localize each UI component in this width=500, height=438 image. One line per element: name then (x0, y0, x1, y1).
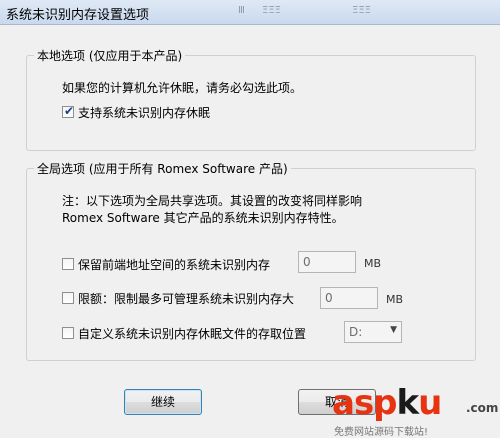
local-options-group (26, 55, 476, 151)
drive-select-value: D: (349, 325, 363, 339)
title-bar[interactable]: 系统未识别内存设置选项 Ⅲ ΞΞΞ ΞΞΞ (0, 0, 500, 25)
checkmark-icon: ✔ (64, 104, 75, 118)
limit-unit-label: MB (386, 293, 404, 306)
global-note-line2: Romex Software 其它产品的系统未识别内存特性。 (62, 211, 344, 225)
reserve-address-label[interactable]: 保留前端地址空间的系统未识别内存 (78, 256, 292, 273)
watermark-suffix: .com (466, 401, 499, 415)
watermark-subtitle: 免费网站源码下载站! (334, 427, 429, 438)
drive-select[interactable]: D: ▼ (344, 321, 402, 343)
custom-hibernate-location-checkbox[interactable] (62, 327, 74, 339)
reserve-size-input[interactable]: 0 (298, 251, 356, 273)
limit-label[interactable]: 限额：限制最多可管理系统未识别内存大 (78, 290, 318, 307)
chevron-down-icon: ▼ (390, 325, 397, 335)
watermark-logo: aspku (332, 383, 442, 423)
reserve-address-checkbox[interactable] (62, 258, 74, 270)
local-options-legend: 本地选项 (仅应用于本产品) (34, 47, 186, 64)
dialog-client: 本地选项 (仅应用于本产品) 如果您的计算机允许休眠，请务必勾选此项。 ✔ 支持… (0, 25, 500, 438)
window-title: 系统未识别内存设置选项 (6, 8, 150, 23)
ghost-menu-item-1: Ⅲ (238, 5, 245, 16)
hibernate-hint: 如果您的计算机允许休眠，请务必勾选此项。 (62, 81, 303, 95)
site-watermark: aspku .com 免费网站源码下载站! (330, 383, 500, 438)
support-hibernate-checkbox[interactable]: ✔ (62, 104, 75, 118)
limit-checkbox[interactable] (62, 292, 74, 304)
global-note-line1: 注：以下选项为全局共享选项。其设置的改变将同样影响 (62, 194, 363, 208)
continue-button[interactable]: 继续 (124, 389, 202, 415)
ghost-menu-item-2: ΞΞΞ (262, 5, 281, 16)
limit-size-input[interactable]: 0 (320, 287, 378, 309)
reserve-unit-label: MB (364, 257, 382, 270)
support-hibernate-label[interactable]: 支持系统未识别内存休眠 (78, 104, 210, 121)
custom-hibernate-location-label[interactable]: 自定义系统未识别内存休眠文件的存取位置 (78, 325, 333, 342)
ghost-menu-item-3: ΞΞΞ (352, 5, 371, 16)
global-options-legend: 全局选项 (应用于所有 Romex Software 产品) (34, 160, 291, 177)
